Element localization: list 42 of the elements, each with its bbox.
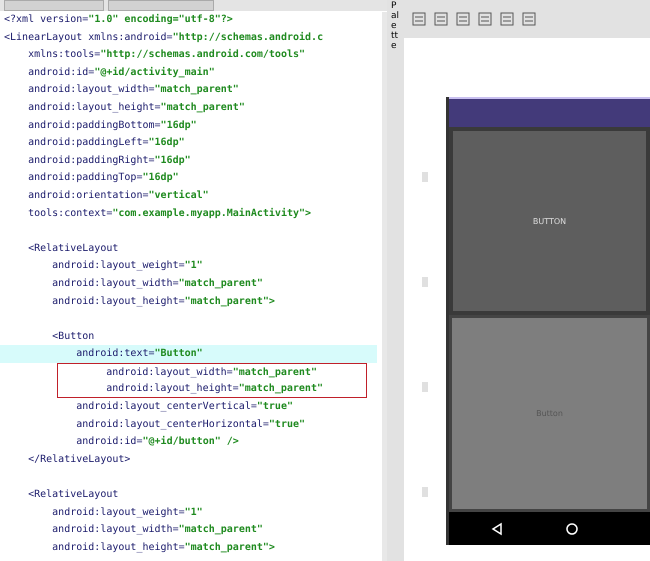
layout-icon[interactable] [412, 12, 426, 26]
palette-tab[interactable]: Palette [391, 0, 400, 52]
code-line: <Button [51, 330, 94, 342]
code-line: <LinearLayout xmlns:android="http://schemas.android.c [4, 32, 324, 43]
code-line: tools:context="com.example.myapp.MainActivity"> [27, 208, 312, 219]
code-line: android:layout_height="match_parent"> [51, 296, 275, 306]
code-line: android:layout_height="match_parent" [27, 102, 245, 113]
code-line: android:layout_height="match_parent"> [51, 542, 275, 553]
code-line: android:paddingTop="16dp" [27, 172, 179, 184]
code-line: android:id="@+id/activity_main" [27, 66, 215, 78]
code-line: android:paddingRight="16dp" [27, 154, 191, 166]
code-line: xmlns:tools="http://schemas.android.com/tools" [27, 49, 306, 60]
code-line: android:id="@+id/button" /> [75, 436, 239, 448]
code-line: android:layout_width="match_parent" [51, 278, 263, 289]
preview-button[interactable]: BUTTON [449, 127, 650, 315]
layout-icon[interactable] [522, 12, 536, 26]
code-line: android:layout_width="match_parent" [105, 366, 317, 378]
layout-icon[interactable] [500, 12, 514, 26]
code-line: android:layout_weight="1" [51, 260, 203, 272]
code-line: <?xml version="1.0" encoding="utf-8"?> [4, 14, 233, 25]
ruler-tick [422, 382, 428, 392]
layout-icon[interactable] [434, 12, 448, 26]
layout-icon[interactable] [456, 12, 470, 26]
code-line: android:layout_centerHorizontal="true" [75, 418, 306, 430]
code-line: android:text="Button" [75, 348, 203, 360]
code-line: android:layout_centerVertical="true" [75, 401, 293, 412]
code-line: android:layout_height="match_parent" [105, 383, 323, 394]
home-icon[interactable] [565, 522, 580, 536]
ruler-tick [422, 277, 428, 287]
ruler-tick [422, 172, 428, 182]
code-line: android:orientation="vertical" [27, 190, 209, 201]
code-line: android:paddingLeft="16dp" [27, 137, 185, 148]
code-line: android:layout_width="match_parent" [27, 84, 239, 96]
ruler-tick [422, 487, 428, 497]
code-line: android:layout_width="match_parent" [51, 524, 263, 536]
code-line: android:paddingBottom="16dp" [27, 120, 197, 131]
layout-icon[interactable] [478, 12, 492, 26]
code-line: </RelativeLayout> [27, 454, 130, 465]
code-line: android:layout_weight="1" [51, 506, 203, 518]
code-line: <RelativeLayout [27, 242, 118, 254]
code-line: <RelativeLayout [27, 489, 118, 500]
back-icon[interactable] [490, 522, 504, 536]
